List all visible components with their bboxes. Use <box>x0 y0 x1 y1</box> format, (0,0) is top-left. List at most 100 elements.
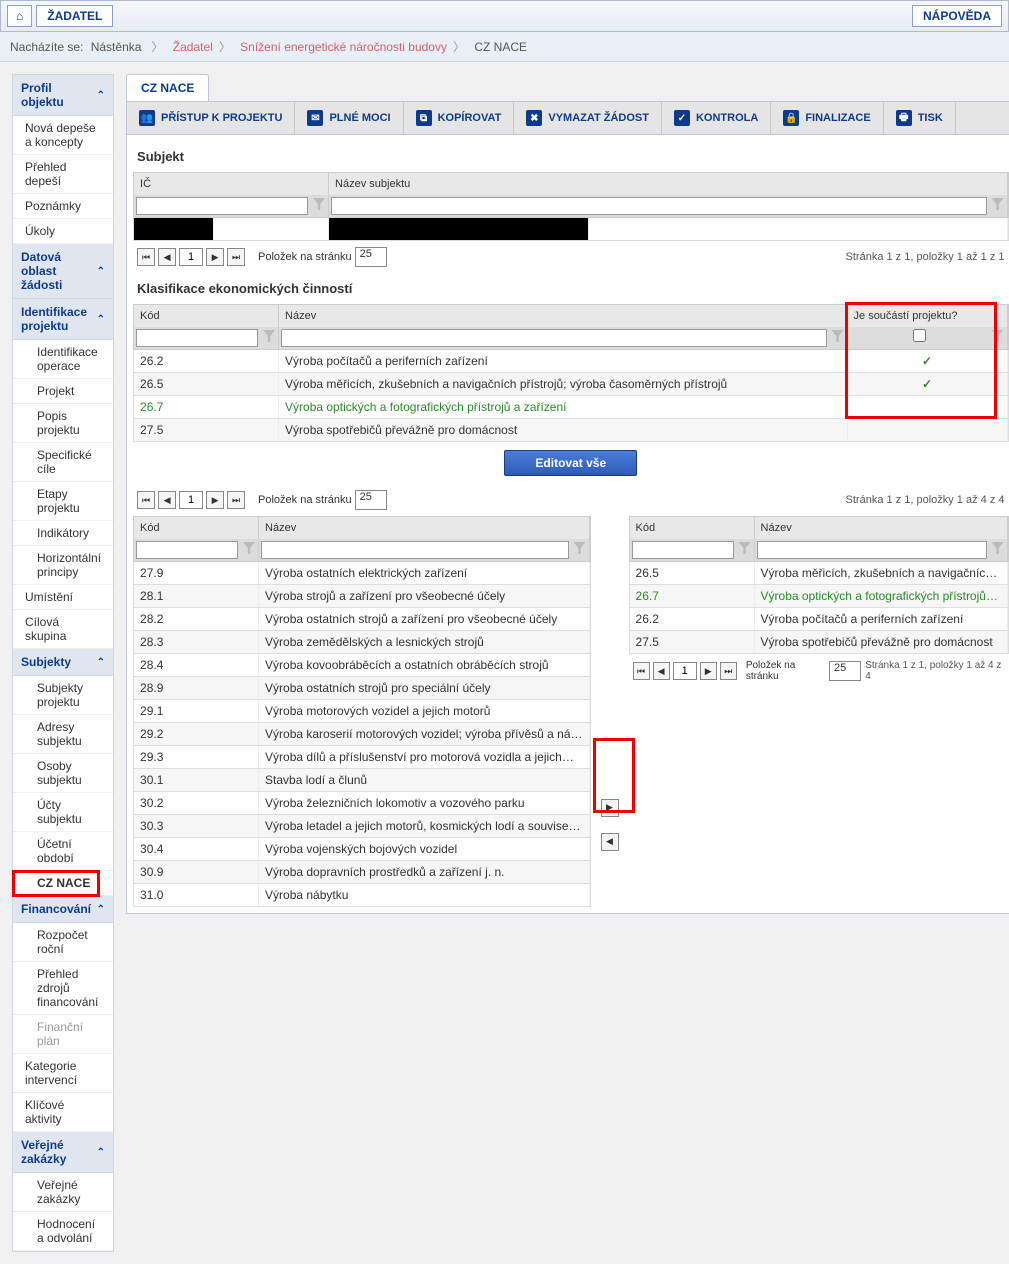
tool-kontrola[interactable]: ✓KONTROLA <box>662 102 771 134</box>
table-row[interactable]: 30.3 Výroba letadel a jejich motorů, kos… <box>133 815 590 838</box>
sidebar-item[interactable]: Adresy subjektu <box>13 715 113 754</box>
table-row[interactable]: 28.2 Výroba ostatních strojů a zařízení … <box>133 608 590 631</box>
sidebar-group-datova[interactable]: Datová oblast žádosti⌃ <box>13 244 113 299</box>
sidebar-item-umisteni[interactable]: Umístění <box>13 585 113 610</box>
breadcrumb-item[interactable]: Nástěnka <box>91 40 142 54</box>
home-button[interactable]: ⌂ <box>7 5 32 27</box>
col-header-nazev[interactable]: Název <box>755 517 1008 539</box>
table-row[interactable]: 26.2 Výroba počítačů a periferních zaříz… <box>133 350 1008 373</box>
filter-icon[interactable] <box>243 542 255 554</box>
filter-nazev-input[interactable] <box>331 197 986 215</box>
sidebar-item[interactable]: Účty subjektu <box>13 793 113 832</box>
col-header-kod[interactable]: Kód <box>134 517 259 539</box>
tool-finalizace[interactable]: 🔒FINALIZACE <box>771 102 883 134</box>
table-row[interactable]: 26.7 Výroba optických a fotografických p… <box>629 585 1009 608</box>
table-row[interactable]: 31.0 Výroba nábytku <box>133 884 590 907</box>
table-row[interactable]: 26.2 Výroba počítačů a periferních zaříz… <box>629 608 1009 631</box>
col-header-nazev[interactable]: Název <box>259 517 589 539</box>
filter-icon[interactable] <box>992 330 1004 342</box>
filter-icon[interactable] <box>739 542 751 554</box>
sidebar-item[interactable]: Finanční plán <box>13 1015 113 1054</box>
sidebar-item-cz-nace[interactable]: CZ NACE <box>13 871 113 896</box>
col-header-soucasti[interactable]: Je součástí projektu? <box>848 305 1008 327</box>
table-row[interactable]: 27.5 Výroba spotřebičů převážně pro domá… <box>629 631 1009 654</box>
sidebar-item[interactable]: Přehled zdrojů financování <box>13 962 113 1015</box>
sidebar-group-subjekty[interactable]: Subjekty⌃ <box>13 649 113 676</box>
pager-page-input[interactable] <box>179 491 203 509</box>
sidebar-item[interactable]: Úkoly <box>13 219 113 244</box>
pager-first-button[interactable]: ⏮ <box>633 662 650 680</box>
table-row[interactable]: 29.3 Výroba dílů a příslušenství pro mot… <box>133 746 590 769</box>
sidebar-item[interactable]: Přehled depeší <box>13 155 113 194</box>
table-row[interactable]: 28.1 Výroba strojů a zařízení pro všeobe… <box>133 585 590 608</box>
col-header-kod[interactable]: Kód <box>134 305 279 327</box>
sidebar-item[interactable]: Poznámky <box>13 194 113 219</box>
move-right-button[interactable]: ▶ <box>601 799 619 817</box>
table-row[interactable]: 27.5 Výroba spotřebičů převážně pro domá… <box>133 419 1008 442</box>
filter-icon[interactable] <box>263 330 275 342</box>
sidebar-item[interactable]: Osoby subjektu <box>13 754 113 793</box>
table-row[interactable]: 30.2 Výroba železničních lokomotiv a voz… <box>133 792 590 815</box>
move-left-button[interactable]: ◀ <box>601 833 619 851</box>
col-header-kod[interactable]: Kód <box>630 517 755 539</box>
pager-next-button[interactable]: ▶ <box>206 248 224 266</box>
table-row[interactable]: 27.9 Výroba ostatních elektrických zaříz… <box>133 562 590 585</box>
tool-pristup[interactable]: 👥PŘÍSTUP K PROJEKTU <box>127 102 295 134</box>
table-row[interactable]: 26.5 Výroba měřicích, zkušebních a navig… <box>629 562 1009 585</box>
pager-next-button[interactable]: ▶ <box>700 662 717 680</box>
sidebar-item-kategorie[interactable]: Kategorie intervencí <box>13 1054 113 1093</box>
tool-vymazat[interactable]: ✖VYMAZAT ŽÁDOST <box>514 102 662 134</box>
pager-first-button[interactable]: ⏮ <box>137 491 155 509</box>
pager-first-button[interactable]: ⏮ <box>137 248 155 266</box>
filter-icon[interactable] <box>313 198 325 210</box>
breadcrumb-item[interactable]: Snížení energetické náročnosti budovy <box>240 40 447 54</box>
sidebar-item[interactable]: Subjekty projektu <box>13 676 113 715</box>
filter-icon[interactable] <box>574 542 586 554</box>
table-row[interactable]: 30.9 Výroba dopravních prostředků a zaří… <box>133 861 590 884</box>
sidebar-item[interactable]: Veřejné zakázky <box>13 1173 113 1212</box>
pager-last-button[interactable]: ⏭ <box>227 248 245 266</box>
pager-pagesize-select[interactable]: 25 <box>355 247 387 267</box>
filter-ic-input[interactable] <box>136 197 308 215</box>
zadatel-button[interactable]: ŽADATEL <box>36 5 113 27</box>
sidebar-item[interactable]: Projekt <box>13 379 113 404</box>
table-row[interactable]: 30.4 Výroba vojenských bojových vozidel <box>133 838 590 861</box>
pager-next-button[interactable]: ▶ <box>206 491 224 509</box>
filter-icon[interactable] <box>992 542 1004 554</box>
tool-kopirovat[interactable]: ⧉KOPÍROVAT <box>404 102 515 134</box>
sidebar-item[interactable]: Identifikace operace <box>13 340 113 379</box>
col-header-nazev[interactable]: Název subjektu <box>329 173 1007 195</box>
sidebar-item[interactable]: Specifické cíle <box>13 443 113 482</box>
sidebar-item-cilova[interactable]: Cílová skupina <box>13 610 113 649</box>
filter-kod-input[interactable] <box>632 541 734 559</box>
table-row[interactable]: 26.5 Výroba měřicích, zkušebních a navig… <box>133 373 1008 396</box>
pager-last-button[interactable]: ⏭ <box>720 662 737 680</box>
sidebar-item[interactable]: Etapy projektu <box>13 482 113 521</box>
pager-page-input[interactable] <box>673 662 697 680</box>
table-row[interactable]: 29.2 Výroba karoserií motorových vozidel… <box>133 723 590 746</box>
filter-soucasti-checkbox[interactable] <box>851 329 988 342</box>
sidebar-item[interactable]: Rozpočet roční <box>13 923 113 962</box>
filter-kod-input[interactable] <box>136 541 238 559</box>
filter-nazev-input[interactable] <box>281 329 826 347</box>
pager-prev-button[interactable]: ◀ <box>158 248 176 266</box>
filter-nazev-input[interactable] <box>757 541 987 559</box>
table-row[interactable]: 28.9 Výroba ostatních strojů pro speciál… <box>133 677 590 700</box>
table-row[interactable]: 26.7 Výroba optických a fotografických p… <box>133 396 1008 419</box>
tool-tisk[interactable]: 🖶TISK <box>884 102 956 134</box>
pager-pagesize-select[interactable]: 25 <box>829 661 861 681</box>
sidebar-item[interactable]: Účetní období <box>13 832 113 871</box>
sidebar-item[interactable]: Indikátory <box>13 521 113 546</box>
pager-page-input[interactable] <box>179 248 203 266</box>
table-row[interactable]: 30.1 Stavba lodí a člunů <box>133 769 590 792</box>
sidebar-item[interactable]: Nová depeše a koncepty <box>13 116 113 155</box>
filter-icon[interactable] <box>992 198 1004 210</box>
sidebar-item[interactable]: Hodnocení a odvolání <box>13 1212 113 1251</box>
sidebar-item[interactable]: Horizontální principy <box>13 546 113 585</box>
sidebar-item[interactable]: Popis projektu <box>13 404 113 443</box>
sidebar-group-profil[interactable]: Profil objektu⌃ <box>13 75 113 116</box>
sidebar-group-financovani[interactable]: Financování⌃ <box>13 896 113 923</box>
table-row[interactable]: 28.3 Výroba zemědělských a lesnických st… <box>133 631 590 654</box>
tool-plne-moci[interactable]: ✉PLNÉ MOCI <box>295 102 403 134</box>
table-row[interactable]: 29.1 Výroba motorových vozidel a jejich … <box>133 700 590 723</box>
